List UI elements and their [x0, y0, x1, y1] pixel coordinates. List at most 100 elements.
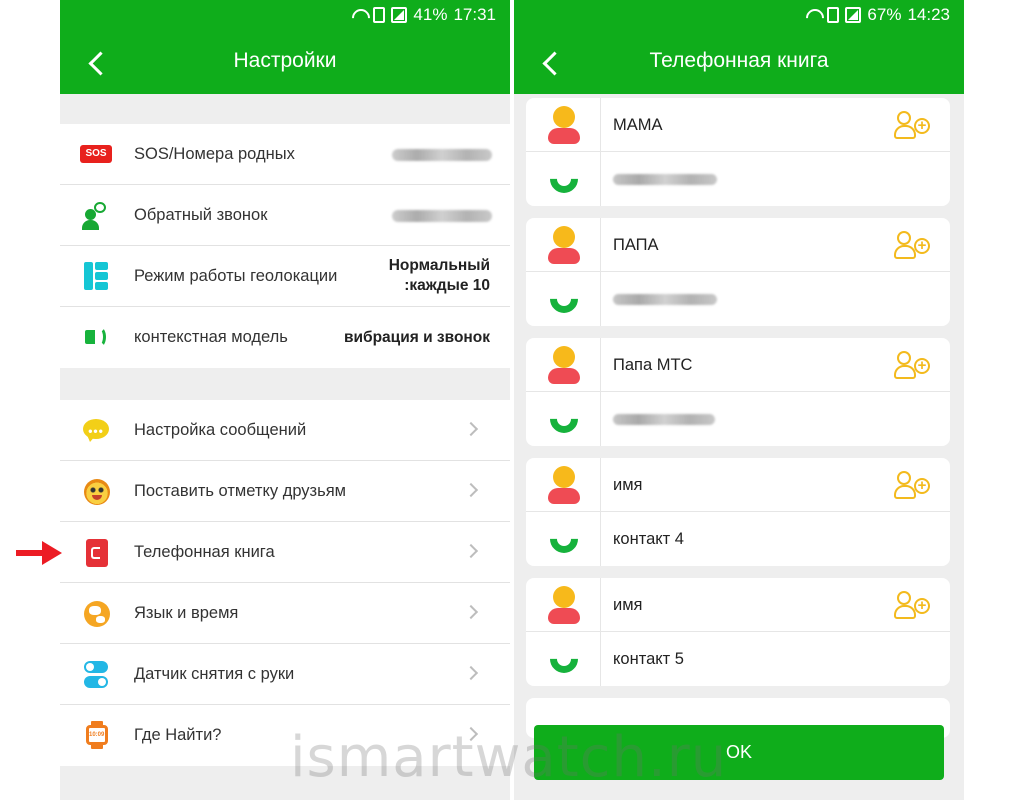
- settings-item-label: Поставить отметку друзьям: [134, 481, 347, 500]
- blurred-number: [613, 294, 717, 305]
- add-contact-icon[interactable]: +: [894, 468, 932, 502]
- contact-name-row[interactable]: Папа МТС +: [526, 338, 950, 392]
- contact-name-row[interactable]: МАМА +: [526, 98, 950, 152]
- settings-item-phonebook[interactable]: Телефонная книга: [60, 522, 510, 583]
- chevron-right-icon: [463, 421, 479, 437]
- toggle-sensor-icon: [80, 658, 112, 690]
- settings-item-language-time[interactable]: Язык и время: [60, 583, 510, 644]
- settings-item-label: контекстная модель: [134, 328, 288, 346]
- phone-icon: [544, 519, 584, 559]
- settings-item-label: Датчик снятия с руки: [134, 664, 295, 683]
- contact-name-row[interactable]: ПАПА +: [526, 218, 950, 272]
- avatar-icon: [548, 466, 580, 506]
- signal-icon: [845, 7, 862, 23]
- contact-number: контакт 4: [613, 530, 684, 548]
- watch-icon: 10:09: [80, 719, 112, 751]
- contact-number-row[interactable]: контакт 5: [526, 632, 950, 686]
- contact-number-row[interactable]: [526, 272, 950, 326]
- callback-icon: [80, 199, 112, 231]
- profile-mode-value: вибрация и звонок: [343, 328, 490, 346]
- contact-card: имя + контакт 4: [526, 458, 950, 566]
- status-bar: 67% 14:23: [514, 0, 964, 30]
- phone-icon: [544, 399, 584, 439]
- globe-icon: [80, 597, 112, 629]
- sim-icon: [373, 7, 386, 23]
- add-contact-icon[interactable]: +: [894, 348, 932, 382]
- settings-group-extra: ••• Настройка сообщений Поставить отметк…: [60, 400, 510, 766]
- contact-number-row[interactable]: [526, 392, 950, 446]
- settings-item-label: Телефонная книга: [134, 542, 275, 561]
- blurred-value: [392, 210, 492, 222]
- settings-item-label: Где Найти?: [134, 726, 222, 744]
- geolocation-mode-value: Нормальный :каждые 10: [388, 257, 490, 294]
- contact-name: Папа МТС: [613, 356, 693, 374]
- phone-icon: [544, 639, 584, 679]
- contact-name-row[interactable]: имя +: [526, 578, 950, 632]
- avatar-icon: [548, 346, 580, 386]
- settings-item-callback[interactable]: Обратный звонок: [60, 185, 510, 246]
- friend-icon: [80, 475, 112, 507]
- settings-item-sos[interactable]: SOS SOS/Номера родных: [60, 124, 510, 185]
- settings-item-wrist-sensor[interactable]: Датчик снятия с руки: [60, 644, 510, 705]
- chevron-right-icon: [463, 726, 479, 742]
- chevron-right-icon: [463, 665, 479, 681]
- contact-card: Папа МТС +: [526, 338, 950, 446]
- sound-icon: [80, 321, 112, 353]
- settings-screen: 41% 17:31 Настройки SOS SOS/Номера родны…: [60, 0, 510, 800]
- contact-name: МАМА: [613, 116, 663, 134]
- avatar-icon: [548, 226, 580, 266]
- avatar-icon: [548, 106, 580, 146]
- contact-number: контакт 5: [613, 650, 684, 668]
- avatar-icon: [548, 586, 580, 626]
- settings-item-label: SOS/Номера родных: [134, 144, 295, 163]
- blurred-number: [613, 414, 715, 425]
- red-pointer-arrow-icon: [16, 540, 62, 566]
- app-bar: Телефонная книга: [514, 30, 964, 94]
- status-time: 14:23: [907, 5, 950, 24]
- settings-group-main: SOS SOS/Номера родных Обратный звонок Ре…: [60, 124, 510, 368]
- contact-name: имя: [613, 476, 643, 494]
- contact-card: ПАПА +: [526, 218, 950, 326]
- screenshot-canvas: 41% 17:31 Настройки SOS SOS/Номера родны…: [0, 0, 1024, 800]
- wifi-icon: [805, 7, 821, 23]
- contact-number-row[interactable]: контакт 4: [526, 512, 950, 566]
- chevron-right-icon: [463, 604, 479, 620]
- settings-item-label: Язык и время: [134, 603, 239, 622]
- sos-icon: SOS: [80, 145, 112, 163]
- add-contact-icon[interactable]: +: [894, 108, 932, 142]
- battery-percent: 41%: [413, 5, 448, 24]
- contact-name-row[interactable]: имя +: [526, 458, 950, 512]
- page-title: Настройки: [233, 49, 337, 72]
- settings-item-friends[interactable]: Поставить отметку друзьям: [60, 461, 510, 522]
- app-bar: Настройки: [60, 30, 510, 94]
- contact-name: имя: [613, 596, 643, 614]
- contact-card: МАМА +: [526, 98, 950, 206]
- phonebook-screen: 67% 14:23 Телефонная книга МАМА + ПАПА +…: [514, 0, 964, 800]
- contact-card: имя + контакт 5: [526, 578, 950, 686]
- add-contact-icon[interactable]: +: [894, 228, 932, 262]
- wifi-icon: [351, 7, 367, 23]
- settings-item-profile-mode[interactable]: контекстная модель вибрация и звонок: [60, 307, 510, 368]
- phone-icon: [544, 279, 584, 319]
- chevron-right-icon: [463, 543, 479, 559]
- settings-item-label: Режим работы геолокации: [134, 266, 338, 285]
- chevron-right-icon: [463, 482, 479, 498]
- signal-icon: [391, 7, 408, 23]
- battery-percent: 67%: [867, 5, 902, 24]
- status-time: 17:31: [453, 5, 496, 24]
- settings-item-find[interactable]: 10:09 Где Найти?: [60, 705, 510, 766]
- contact-name: ПАПА: [613, 236, 659, 254]
- contact-number-row[interactable]: [526, 152, 950, 206]
- settings-item-messages[interactable]: ••• Настройка сообщений: [60, 400, 510, 461]
- settings-item-label: Настройка сообщений: [134, 420, 307, 439]
- page-title: Телефонная книга: [649, 49, 829, 72]
- blurred-value: [392, 149, 492, 161]
- status-bar: 41% 17:31: [60, 0, 510, 30]
- add-contact-icon[interactable]: +: [894, 588, 932, 622]
- phone-icon: [544, 159, 584, 199]
- ok-button[interactable]: OK: [534, 725, 944, 780]
- settings-item-geolocation[interactable]: Режим работы геолокации Нормальный :кажд…: [60, 246, 510, 307]
- sim-icon: [827, 7, 840, 23]
- phonebook-icon: [80, 536, 112, 568]
- settings-item-label: Обратный звонок: [134, 205, 268, 224]
